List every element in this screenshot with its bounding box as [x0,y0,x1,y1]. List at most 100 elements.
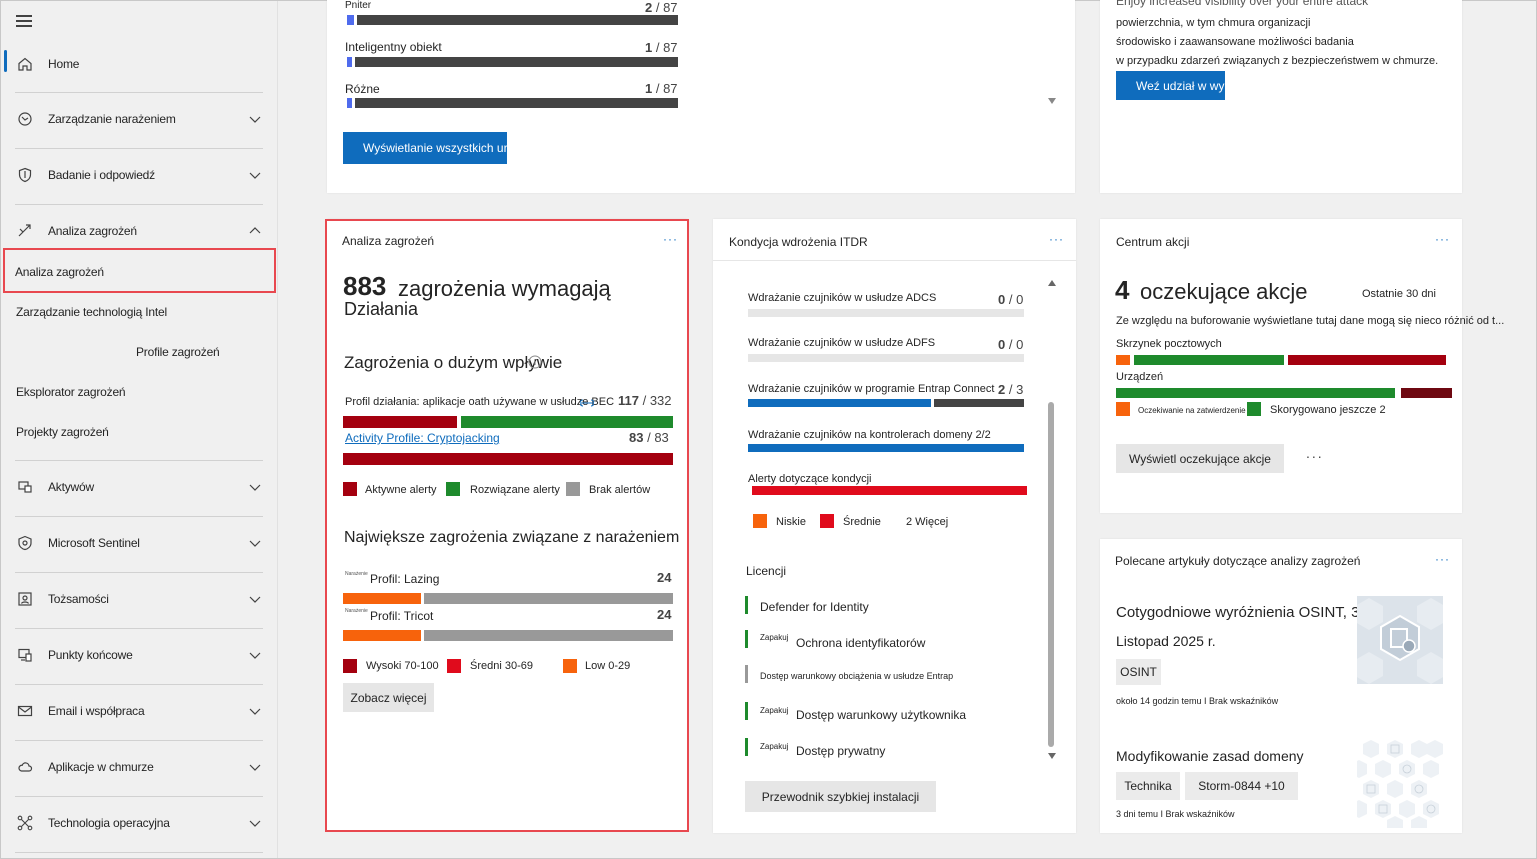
divider [15,92,263,93]
remediated-bar [1134,355,1284,365]
nav-item-investigation[interactable]: Badanie i odpowiedź [1,155,278,195]
pending-bar [934,399,1024,407]
license-label: Dostęp warunkowy użytkownika [796,708,967,722]
more-options-icon[interactable]: ... [1306,445,1324,461]
quick-setup-button[interactable]: Przewodnik szybkiej instalacji [745,781,936,812]
hamburger-menu-icon[interactable] [16,15,32,27]
row-count: 1 / 87 [645,81,678,96]
chevron-down-icon[interactable] [249,481,261,493]
chevron-down-icon[interactable] [249,705,261,717]
nav-item-email[interactable]: Email i współpraca [1,691,278,731]
article-title[interactable]: Listopad 2025 r. [1116,633,1216,649]
view-pending-button[interactable]: Wyświetl oczekujące akcje [1116,444,1284,473]
card-itdr-health: Kondycja wdrożenia ITDR ··· Wdrażanie cz… [713,219,1076,833]
article-title[interactable]: Modyfikowanie zasad domeny [1116,748,1304,764]
nav-item-home[interactable]: Home [1,44,278,84]
divider [15,796,263,797]
highlight-box [3,248,276,293]
scroll-up-icon[interactable] [1047,279,1057,287]
deployed-bar [748,399,931,407]
legend-swatch [1116,402,1130,416]
tag-chip[interactable]: Storm-0844 +10 [1185,772,1298,800]
license-status [745,702,748,720]
chevron-down-icon[interactable] [249,537,261,549]
nav-item-exposure[interactable]: Zarządzanie narażeniem [1,99,278,139]
email-icon [16,702,34,720]
card-cloud-promo: Enjoy increased visibility over your ent… [1100,0,1462,193]
progress-fill [347,15,354,25]
sensor-label: Wdrażanie czujników w programie Entrap C… [748,383,995,395]
divider [15,572,263,573]
nav-label: Analiza zagrożeń [48,224,137,238]
license-label: Dostęp warunkowy obciążenia w usłudze En… [760,671,954,681]
sensor-count: 2 / 3 [998,382,1024,397]
home-icon [16,55,34,73]
nav-item-ot[interactable]: Technologia operacyjna [1,803,278,843]
legend-label: 2 Więcej [906,516,949,528]
sensor-label: Wdrażanie czujników na kontrolerach dome… [748,429,991,441]
card-title: Kondycja wdrożenia ITDR [729,235,868,249]
nav-item-endpoints[interactable]: Punkty końcowe [1,635,278,675]
chevron-down-icon[interactable] [249,761,261,773]
ot-icon [16,814,34,832]
card-title: Polecane artykuły dotyczące analizy zagr… [1115,554,1361,568]
subnav-intel-management[interactable]: Zarządzanie technologią Intel [1,292,278,332]
nav-item-assets[interactable]: Aktywów [1,467,278,507]
license-label: Defender for Identity [760,600,869,614]
tag-chip[interactable]: OSINT [1116,659,1161,685]
promo-text: Enjoy increased visibility over your ent… [1116,0,1369,8]
article-thumbnail[interactable] [1355,596,1445,684]
identity-icon [16,590,34,608]
chevron-down-icon[interactable] [249,649,261,661]
remediated-bar [1116,388,1395,398]
promo-text: środowisko i zaawansowane możliwości bad… [1116,36,1354,48]
nav-label: Zarządzanie narażeniem [48,112,176,126]
row-label: Urządzeń [1116,371,1164,383]
nav-item-cloud-apps[interactable]: Aplikacje w chmurze [1,747,278,787]
chevron-down-icon[interactable] [249,169,261,181]
nav-label: Email i współpraca [48,704,145,718]
legend-label: Skorygowano jeszcze 2 [1270,404,1386,416]
chevron-up-icon[interactable] [249,225,261,237]
scroll-down-icon[interactable] [1047,97,1057,105]
license-prefix: Zapakuj [760,706,789,715]
book-globe-icon [1355,598,1445,684]
row-label: Skrzynek pocztowych [1116,338,1222,350]
chevron-down-icon[interactable] [249,817,261,829]
divider [713,260,1076,261]
scroll-down-icon[interactable] [1047,752,1057,760]
subnav-threat-profiles[interactable]: Profile zagrożeń [1,332,278,372]
chevron-down-icon[interactable] [249,593,261,605]
deployed-bar [748,444,1024,452]
scrollbar-thumb[interactable] [1048,402,1054,747]
subnav-threat-projects[interactable]: Projekty zagrożeń [1,412,278,452]
more-options-icon[interactable]: ··· [1435,232,1450,246]
progress-fill [347,57,352,67]
row-label: Różne [345,82,380,96]
more-options-icon[interactable]: ··· [1435,552,1450,566]
progress-track [357,15,678,25]
hexagon-pattern-icon [1351,740,1443,828]
license-status [745,738,748,756]
more-options-icon[interactable]: ··· [1049,232,1064,246]
nav-item-identities[interactable]: Tożsamości [1,579,278,619]
chevron-down-icon[interactable] [249,113,261,125]
other-bar [1288,355,1446,365]
join-button[interactable]: Weź udział w wyd [1116,71,1225,100]
license-status [745,665,748,683]
divider [15,460,263,461]
card-action-center: Centrum akcji ··· 4 oczekujące akcje Ost… [1100,219,1504,513]
nav-item-threat-intel[interactable]: Analiza zagrożeń [1,211,278,251]
health-label: Alerty dotyczące kondycji [748,473,872,485]
subnav-threat-explorer[interactable]: Eksplorator zagrożeń [1,372,278,412]
divider [15,684,263,685]
view-all-button[interactable]: Wyświetlanie wszystkich ur [343,132,507,164]
progress-track [748,354,1024,362]
license-label: Dostęp prywatny [796,744,886,758]
tag-chip[interactable]: Technika [1116,772,1180,800]
article-title[interactable]: Cotygodniowe wyróżnienia OSINT, 3 [1116,604,1359,621]
article-thumbnail[interactable] [1351,740,1443,828]
sensor-count: 0 / 0 [998,337,1024,352]
nav-item-sentinel[interactable]: Microsoft Sentinel [1,523,278,563]
article-meta: około 14 godzin temu I Brak wskaźników [1116,696,1279,706]
